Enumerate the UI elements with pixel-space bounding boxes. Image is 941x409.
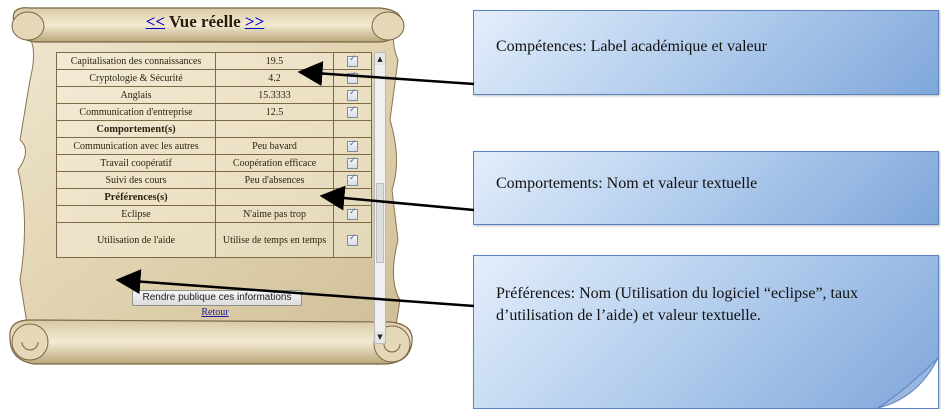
arrow-competences (297, 61, 475, 87)
arrow-preferences (115, 269, 475, 308)
arrow-comportements (319, 185, 475, 212)
annotation-arrows (115, 61, 475, 308)
